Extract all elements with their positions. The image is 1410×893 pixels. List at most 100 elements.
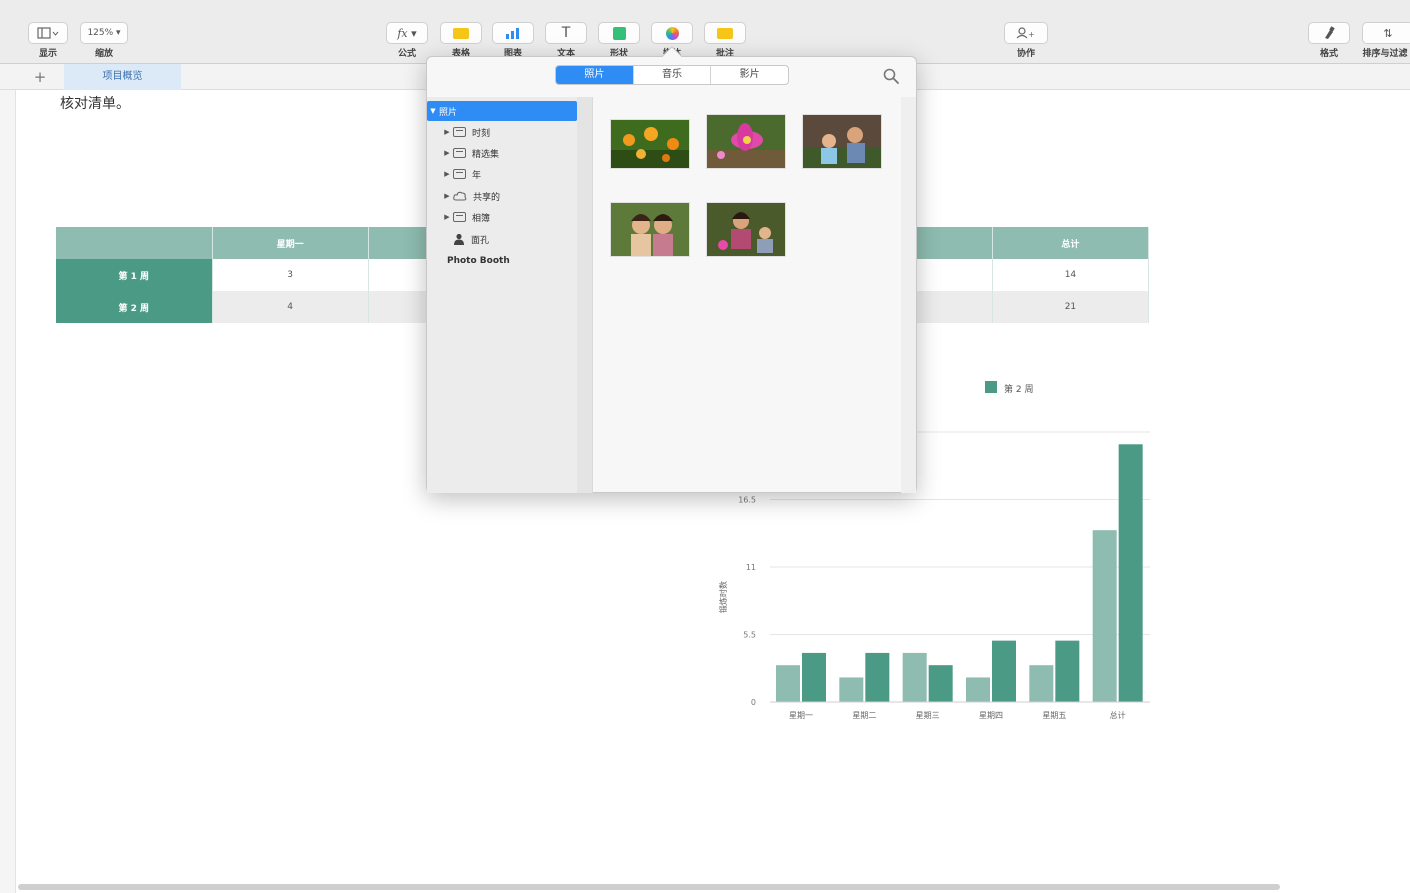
formula-button[interactable]: fx ▾ [386, 22, 428, 44]
sidebar-scrollbar[interactable] [577, 97, 592, 493]
sidebar-item-label: 面孔 [471, 235, 490, 246]
sidebar-item-moments[interactable]: ▶ 时刻 [441, 122, 591, 142]
bar-1 [1092, 530, 1117, 702]
sidebar-item-label: 照片 [439, 107, 458, 118]
sidebar-item-albums[interactable]: ▶ 相簿 [441, 207, 591, 227]
people-photo [707, 203, 785, 256]
bar-2 [802, 652, 826, 702]
sidebar-item-photo-booth[interactable]: Photo Booth [447, 251, 597, 271]
bar-2 [992, 640, 1016, 702]
x-tick-label: 星期一 [789, 711, 813, 720]
bar-2 [1055, 640, 1080, 702]
zoom-select[interactable]: 125% ▾ [80, 22, 128, 44]
sidebar-item-shared[interactable]: ▶ 共享的 [441, 186, 591, 206]
photo-thumbnail[interactable] [802, 114, 882, 169]
search-icon[interactable] [882, 67, 900, 85]
disclosure-closed-icon[interactable]: ▶ [441, 213, 453, 221]
table-icon [453, 27, 469, 39]
format-label: 格式 [1319, 49, 1338, 59]
disclosure-closed-icon[interactable]: ▶ [441, 128, 453, 136]
photo-grid-scrollbar[interactable] [901, 97, 916, 493]
people-photo [803, 115, 881, 168]
photo-thumbnail[interactable] [706, 114, 786, 169]
flower-photo [611, 120, 689, 168]
table-cell[interactable]: 21 [992, 291, 1150, 323]
photo-thumbnail[interactable] [610, 119, 690, 169]
table-cell[interactable]: 4 [212, 291, 369, 323]
table-header-cell[interactable]: 星期一 [212, 227, 369, 259]
collaborate-icon: + [1016, 27, 1035, 39]
disclosure-closed-icon[interactable]: ▶ [441, 170, 453, 178]
table-header-cell[interactable] [56, 227, 213, 259]
photo-thumbnail[interactable] [706, 202, 786, 257]
sidebar-item-years[interactable]: ▶ 年 [441, 164, 591, 184]
x-tick-label: 星期三 [916, 711, 940, 720]
album-icon [453, 169, 466, 179]
chart-icon [506, 28, 519, 39]
row-header-cell[interactable]: 第 1 周 [56, 259, 213, 291]
y-tick-label: 16.5 [738, 496, 756, 505]
sidebar-item-label: 年 [472, 170, 482, 181]
bar-1 [776, 665, 800, 702]
sort-filter-label: 排序与过滤 [1362, 49, 1408, 59]
bar-2 [928, 665, 953, 702]
legend-label: 第 2 周 [1004, 383, 1033, 395]
shape-button[interactable] [598, 22, 640, 44]
disclosure-closed-icon[interactable]: ▶ [441, 192, 453, 200]
shape-icon [612, 26, 626, 40]
text-button[interactable]: T [545, 22, 587, 44]
sidebar-item-label: 时刻 [472, 128, 491, 139]
y-tick-label: 0 [751, 698, 756, 707]
horizontal-scrollbar[interactable] [18, 884, 1280, 890]
bar-2 [1118, 444, 1143, 702]
collaborate-button[interactable]: + [1004, 22, 1048, 44]
x-tick-label: 总计 [1110, 710, 1126, 720]
paintbrush-icon [1325, 26, 1335, 39]
y-tick-label: 11 [746, 563, 756, 572]
page-title: 核对清单。 [60, 96, 130, 112]
bar-1 [839, 677, 864, 702]
media-sidebar: ▼ 照片 ▶ 时刻 ▶ 精选集 ▶ 年 ▶ 共享的 ▶ 相簿 面孔 Photo … [427, 97, 593, 493]
table-cell[interactable]: 14 [992, 259, 1150, 291]
bar-1 [1029, 665, 1054, 702]
sidebar-item-photos[interactable]: ▼ 照片 [427, 101, 577, 121]
disclosure-open-icon[interactable]: ▼ [427, 107, 439, 115]
album-icon [453, 127, 466, 137]
table-cell[interactable]: 3 [212, 259, 369, 291]
y-axis-label: 锻炼时数 [718, 581, 728, 613]
zoom-label: 缩放 [94, 49, 113, 59]
table-header-cell[interactable]: 总计 [992, 227, 1150, 259]
formula-label: 公式 [397, 49, 416, 59]
sidebar-item-label: 精选集 [472, 149, 500, 160]
bar-2 [865, 652, 890, 702]
chart-button[interactable] [492, 22, 534, 44]
disclosure-closed-icon[interactable]: ▶ [441, 149, 453, 157]
view-button[interactable] [28, 22, 68, 44]
bar-1 [902, 652, 927, 702]
photos-icon [665, 26, 679, 40]
photo-thumbnail[interactable] [610, 202, 690, 257]
tab-project-overview[interactable]: 项目概览 [64, 64, 181, 90]
sidebar-item-label: 相簿 [472, 213, 491, 224]
tab-music[interactable]: 音乐 [634, 66, 712, 84]
svg-text:+: + [1028, 30, 1035, 39]
sidebar-item-label: 共享的 [473, 192, 501, 203]
tab-movies[interactable]: 影片 [711, 66, 788, 84]
cloud-icon [453, 191, 467, 201]
sort-filter-button[interactable]: ⇅ [1362, 22, 1410, 44]
sidebar-item-collections[interactable]: ▶ 精选集 [441, 143, 591, 163]
table-button[interactable] [440, 22, 482, 44]
row-header-cell[interactable]: 第 2 周 [56, 291, 213, 323]
comment-button[interactable] [704, 22, 746, 44]
format-button[interactable] [1308, 22, 1350, 44]
comment-icon [717, 27, 733, 39]
view-label: 显示 [38, 49, 57, 59]
tab-photos[interactable]: 照片 [556, 66, 634, 84]
y-tick-label: 5.5 [743, 631, 756, 640]
x-tick-label: 星期五 [1042, 711, 1066, 720]
media-button[interactable] [651, 22, 693, 44]
sidebar-view-icon [37, 27, 59, 39]
function-icon: fx ▾ [397, 26, 417, 40]
add-sheet-button[interactable]: + [30, 67, 50, 87]
album-icon [453, 212, 466, 222]
